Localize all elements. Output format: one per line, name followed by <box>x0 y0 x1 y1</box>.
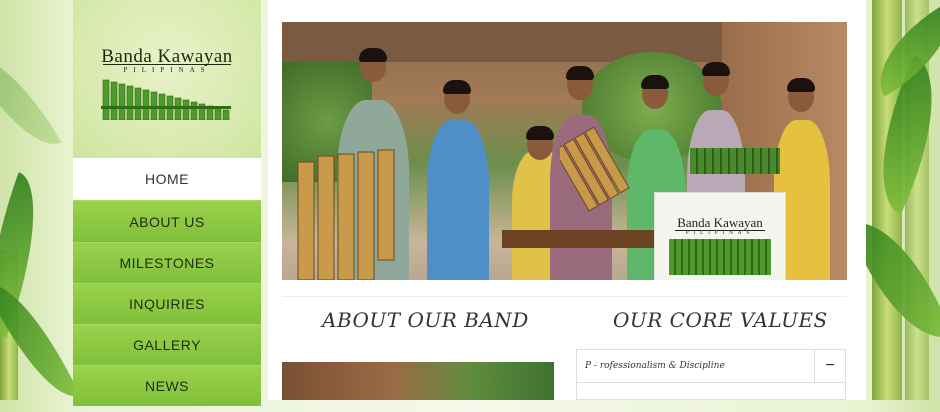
nav-milestones[interactable]: MILESTONES <box>73 242 261 283</box>
nav-inquiries[interactable]: INQUIRIES <box>73 283 261 324</box>
angklung-instrument-icon <box>297 149 395 280</box>
bamboo-chimes-icon <box>690 148 780 174</box>
logo-subtitle: PILIPINAS <box>103 64 231 74</box>
banner-title: Banda Kawayan <box>677 215 763 230</box>
bamboo-pipes-icon <box>101 79 231 120</box>
hero-image: Banda Kawayan PILIPINAS <box>282 22 847 280</box>
bamboo-pipes-icon <box>560 126 630 212</box>
about-band-photo <box>282 362 554 400</box>
section-divider <box>282 296 847 297</box>
marimba-icon <box>502 230 662 248</box>
about-heading: ABOUT OUR BAND <box>322 308 529 332</box>
hero-banner: Banda Kawayan PILIPINAS <box>654 192 786 280</box>
nav-about-us[interactable]: ABOUT US <box>73 200 261 242</box>
collapse-icon[interactable]: − <box>814 350 845 382</box>
values-heading: OUR CORE VALUES <box>613 308 828 332</box>
core-value-item-label[interactable]: P - rofessionalism & Discipline <box>577 350 815 382</box>
core-values-accordion: P - rofessionalism & Discipline − <box>576 349 846 400</box>
banner-subtitle: PILIPINAS <box>675 230 765 236</box>
banner-pipes-icon <box>669 239 771 275</box>
nav-gallery[interactable]: GALLERY <box>73 324 261 365</box>
nav-home[interactable]: HOME <box>73 158 261 200</box>
sidebar: Banda Kawayan PILIPINAS HOME ABOUT US MI… <box>73 0 261 406</box>
main-content: Banda Kawayan PILIPINAS ABOUT OUR BAND O… <box>268 0 866 400</box>
logo[interactable]: Banda Kawayan PILIPINAS <box>73 0 261 158</box>
accordion-body <box>577 382 845 402</box>
